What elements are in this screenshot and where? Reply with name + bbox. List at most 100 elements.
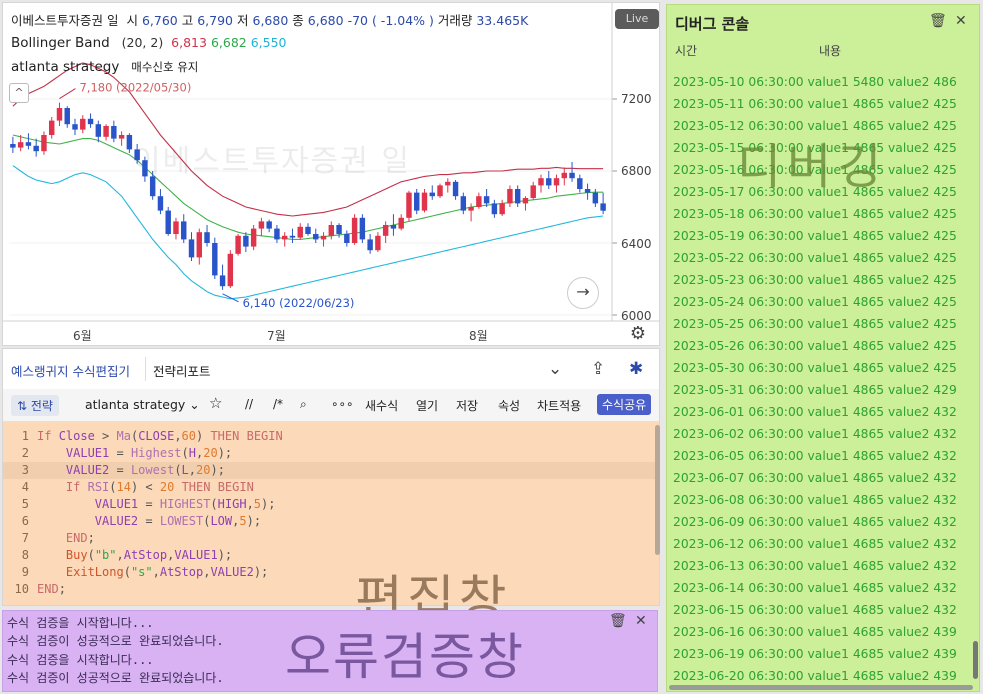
candle-body bbox=[281, 235, 288, 240]
upper-band-value: 6,813 bbox=[171, 35, 207, 50]
more-button[interactable]: ∘∘∘ bbox=[331, 397, 354, 411]
error-check-panel: 수식 검증을 시작합니다... 수식 검증이 성공적으로 완료되었습니다. 수식… bbox=[2, 610, 658, 692]
strategy-legend[interactable]: atlanta strategy 매수신호 유지 bbox=[11, 59, 198, 75]
candle-body bbox=[250, 228, 257, 247]
candle-body bbox=[429, 192, 435, 197]
candle-body bbox=[25, 142, 32, 146]
code-line[interactable]: 8 Buy("b",AtStop,VALUE1); bbox=[3, 547, 659, 564]
chart-panel[interactable]: 이베스트투자증권 일 7,180 (2022/05/30) 6,140 (2022/… bbox=[2, 2, 660, 346]
debug-row: 2023-06-02 06:30:00 value1 4865 value2 4… bbox=[673, 427, 957, 441]
bollinger-legend[interactable]: Bollinger Band (20, 2) 6,813 6,682 6,550 bbox=[11, 35, 287, 51]
close-value: 6,680 bbox=[307, 13, 344, 28]
bug-icon[interactable]: ✱ bbox=[629, 359, 643, 379]
gear-icon[interactable]: ⚙ bbox=[627, 323, 649, 345]
collapse-legend-button[interactable]: ^ bbox=[9, 83, 29, 103]
live-badge[interactable]: Live bbox=[615, 9, 659, 29]
code-line[interactable]: 6 VALUE2 = LOWEST(LOW,5); bbox=[3, 513, 659, 530]
close-icon[interactable]: ✕ bbox=[955, 13, 967, 29]
low-value: 6,680 bbox=[252, 13, 289, 28]
vertical-scrollbar[interactable] bbox=[973, 641, 978, 679]
debug-row: 2023-06-15 06:30:00 value1 4685 value2 4… bbox=[673, 603, 957, 617]
candle-body bbox=[491, 203, 498, 215]
debug-console-panel[interactable]: 디버그 콘솔 🗑 ✕ 시간 내용 2023-05-10 06:30:00 val… bbox=[666, 4, 980, 692]
code-line[interactable]: 2 VALUE1 = Highest(H,20); bbox=[3, 445, 659, 462]
candle-body bbox=[126, 135, 133, 150]
export-icon[interactable]: ⇪ bbox=[591, 359, 605, 379]
tab-strategy-report[interactable]: 전략리포트 bbox=[153, 361, 211, 380]
debug-row: 2023-05-31 06:30:00 value1 4865 value2 4… bbox=[673, 383, 957, 397]
trash-icon[interactable]: 🗑 bbox=[609, 613, 627, 629]
month-tick: 6월 bbox=[73, 329, 92, 343]
code-line[interactable]: 4 If RSI(14) < 20 THEN BEGIN bbox=[3, 479, 659, 496]
strategy-type-button[interactable]: ⇅ 전략 bbox=[11, 395, 59, 416]
code-scrollbar[interactable] bbox=[655, 425, 660, 555]
debug-row: 2023-05-30 06:30:00 value1 4865 value2 4… bbox=[673, 361, 957, 375]
error-panel-label: 오류검증창 bbox=[285, 628, 525, 686]
candle-body bbox=[460, 196, 467, 211]
tab-formula-editor[interactable]: 예스랭귀지 수식편집기 bbox=[11, 361, 130, 380]
candle-body bbox=[600, 203, 606, 211]
debug-row: 2023-06-16 06:30:00 value1 4685 value2 4… bbox=[673, 625, 957, 639]
max-annotation: 7,180 (2022/05/30) bbox=[79, 81, 191, 95]
code-editor[interactable]: 1 If Close > Ma(CLOSE,60) THEN BEGIN 2 VAL… bbox=[3, 422, 659, 631]
share-formula-button[interactable]: 수식공유 bbox=[597, 394, 652, 415]
candle-body bbox=[382, 225, 389, 236]
candle-body bbox=[561, 172, 568, 179]
new-formula-button[interactable]: 새수식 bbox=[365, 397, 398, 414]
candle-body bbox=[577, 178, 583, 189]
candle-body bbox=[390, 225, 397, 229]
price-tick: 6400 bbox=[621, 237, 652, 251]
code-line[interactable]: 5 VALUE1 = HIGHEST(HIGH,5); bbox=[3, 496, 659, 513]
candle-body bbox=[452, 181, 459, 197]
log-line: 수식 검증을 시작합니다... bbox=[7, 653, 154, 667]
candlestick-chart[interactable]: 이베스트투자증권 일 7,180 (2022/05/30) 6,140 (2022/… bbox=[3, 3, 659, 345]
open-value: 6,760 bbox=[141, 13, 178, 28]
editor-panel[interactable]: 예스랭귀지 수식편집기 전략리포트 ⌄ ⇪ ✱ ⇅ 전략 atlanta str… bbox=[2, 348, 660, 631]
code-line[interactable]: 9 ExitLong("s",AtStop,VALUE2); bbox=[3, 564, 659, 581]
debug-row: 2023-05-10 06:30:00 value1 5480 value2 4… bbox=[673, 75, 957, 89]
horizontal-scrollbar[interactable] bbox=[669, 685, 973, 690]
scroll-to-latest-button[interactable]: → bbox=[567, 277, 599, 309]
code-line[interactable]: 1 If Close > Ma(CLOSE,60) THEN BEGIN bbox=[3, 428, 659, 445]
candle-body bbox=[188, 239, 195, 258]
candle-body bbox=[72, 124, 78, 130]
month-tick: 7월 bbox=[267, 329, 286, 343]
candle-body bbox=[305, 226, 311, 234]
star-icon[interactable]: ☆ bbox=[209, 394, 222, 412]
symbol-label: 이베스트투자증권 일 bbox=[11, 13, 119, 28]
debug-row: 2023-06-19 06:30:00 value1 4685 value2 4… bbox=[673, 647, 957, 661]
open-button[interactable]: 열기 bbox=[416, 397, 438, 414]
candle-body bbox=[530, 185, 536, 198]
candle-body bbox=[157, 196, 164, 211]
candle-body bbox=[289, 235, 296, 238]
chevron-down-icon[interactable]: ⌄ bbox=[548, 359, 562, 379]
volume-value: 33.465K bbox=[476, 13, 529, 28]
line-comment-button[interactable]: // bbox=[245, 397, 253, 411]
candle-body bbox=[359, 217, 366, 240]
strategy-select[interactable]: atlanta strategy ⌄ bbox=[85, 397, 200, 412]
candle-body bbox=[235, 235, 241, 254]
candle-body bbox=[538, 178, 544, 186]
apply-chart-button[interactable]: 차트적용 bbox=[537, 397, 581, 414]
high-value: 6,790 bbox=[197, 13, 234, 28]
trash-icon[interactable]: 🗑 bbox=[929, 13, 947, 29]
debug-row: 2023-06-13 06:30:00 value1 4685 value2 4… bbox=[673, 559, 957, 573]
debug-row: 2023-06-20 06:30:00 value1 4685 value2 4… bbox=[673, 669, 957, 683]
debug-row: 2023-06-12 06:30:00 value1 4685 value2 4… bbox=[673, 537, 957, 551]
close-icon[interactable]: ✕ bbox=[635, 613, 647, 629]
debug-row: 2023-06-14 06:30:00 value1 4685 value2 4… bbox=[673, 581, 957, 595]
code-line[interactable]: 10 END; bbox=[3, 581, 659, 598]
candle-body bbox=[103, 126, 109, 137]
candle-body bbox=[367, 239, 373, 251]
search-icon[interactable]: ⌕ bbox=[300, 397, 307, 412]
code-line[interactable]: 3 VALUE2 = Lowest(L,20); bbox=[3, 462, 659, 479]
candle-body bbox=[134, 149, 140, 161]
candle-body bbox=[514, 189, 521, 204]
block-comment-button[interactable]: /* bbox=[273, 397, 283, 411]
candle-body bbox=[173, 221, 179, 234]
properties-button[interactable]: 속성 bbox=[498, 397, 520, 414]
save-button[interactable]: 저장 bbox=[456, 397, 478, 414]
debug-row: 2023-05-26 06:30:00 value1 4865 value2 4… bbox=[673, 339, 957, 353]
code-line[interactable]: 7 END; bbox=[3, 530, 659, 547]
candle-body bbox=[111, 126, 117, 139]
